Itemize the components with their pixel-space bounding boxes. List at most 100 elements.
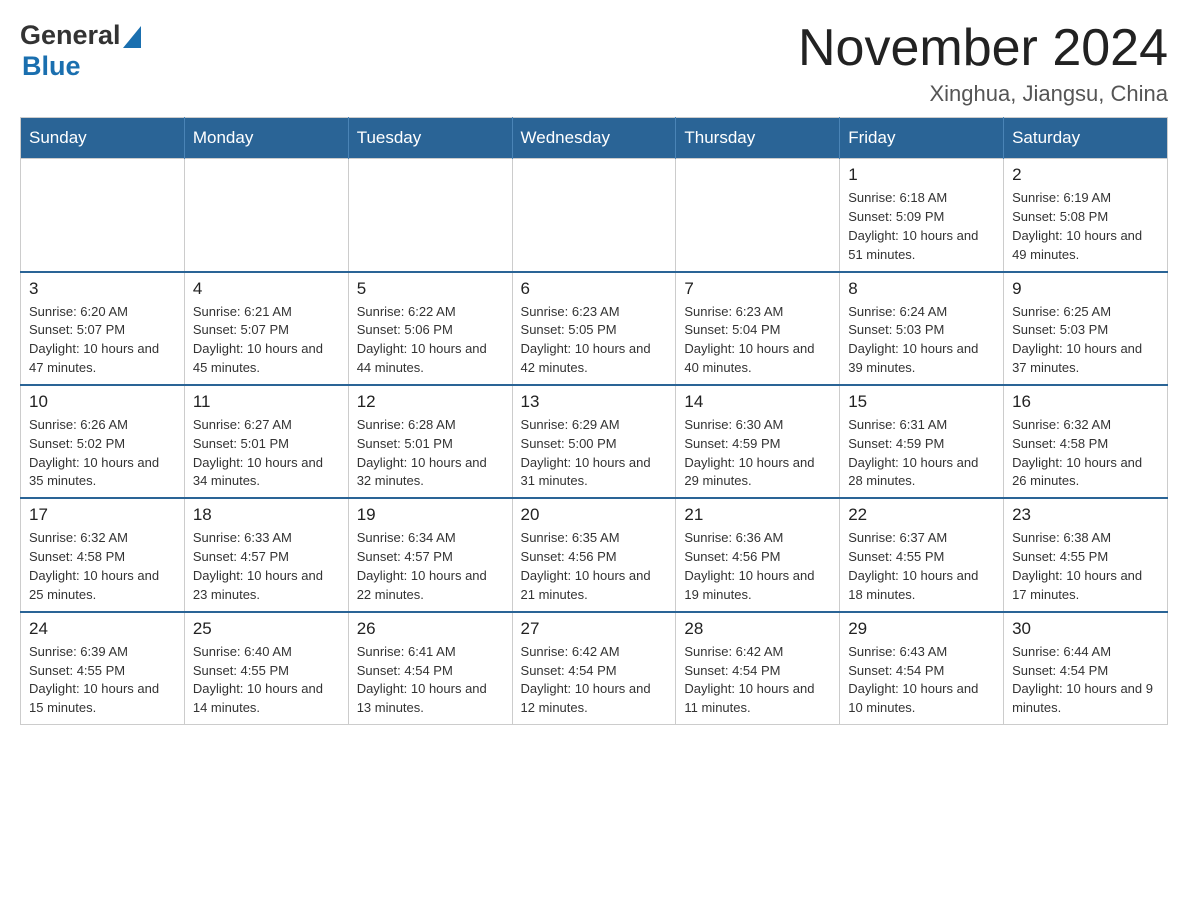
weekday-header-monday: Monday bbox=[184, 118, 348, 159]
day-info: Sunrise: 6:23 AMSunset: 5:04 PMDaylight:… bbox=[684, 303, 831, 378]
calendar-cell: 18Sunrise: 6:33 AMSunset: 4:57 PMDayligh… bbox=[184, 498, 348, 611]
day-number: 10 bbox=[29, 392, 176, 412]
calendar-cell: 27 Sunrise: 6:42 AMSunset: 4:54 PMDayligh… bbox=[512, 612, 676, 725]
calendar-cell bbox=[21, 159, 185, 272]
day-info: Sunrise: 6:29 AMSunset: 5:00 PMDaylight:… bbox=[521, 416, 668, 491]
calendar-cell bbox=[184, 159, 348, 272]
day-number: 6 bbox=[521, 279, 668, 299]
day-number: 2 bbox=[1012, 165, 1159, 185]
calendar-cell: 9 Sunrise: 6:25 AMSunset: 5:03 PMDaylight… bbox=[1004, 272, 1168, 385]
day-info: Sunrise: 6:23 AMSunset: 5:05 PMDaylight:… bbox=[521, 303, 668, 378]
day-number: 1 bbox=[848, 165, 995, 185]
weekday-header-saturday: Saturday bbox=[1004, 118, 1168, 159]
calendar-week-row: 24Sunrise: 6:39 AMSunset: 4:55 PMDayligh… bbox=[21, 612, 1168, 725]
calendar-cell: 14 Sunrise: 6:30 AMSunset: 4:59 PMDayligh… bbox=[676, 385, 840, 498]
calendar-week-row: 1Sunrise: 6:18 AMSunset: 5:09 PMDaylight… bbox=[21, 159, 1168, 272]
day-info: Sunrise: 6:24 AMSunset: 5:03 PMDaylight:… bbox=[848, 303, 995, 378]
day-info: Sunrise: 6:38 AMSunset: 4:55 PMDaylight:… bbox=[1012, 529, 1159, 604]
day-number: 21 bbox=[684, 505, 831, 525]
day-number: 28 bbox=[684, 619, 831, 639]
day-info: Sunrise: 6:19 AMSunset: 5:08 PMDaylight:… bbox=[1012, 189, 1159, 264]
day-number: 9 bbox=[1012, 279, 1159, 299]
weekday-header-tuesday: Tuesday bbox=[348, 118, 512, 159]
day-info: Sunrise: 6:43 AMSunset: 4:54 PMDaylight:… bbox=[848, 643, 995, 718]
weekday-header-wednesday: Wednesday bbox=[512, 118, 676, 159]
calendar-cell: 24Sunrise: 6:39 AMSunset: 4:55 PMDayligh… bbox=[21, 612, 185, 725]
calendar-cell: 5Sunrise: 6:22 AMSunset: 5:06 PMDaylight… bbox=[348, 272, 512, 385]
day-info: Sunrise: 6:28 AMSunset: 5:01 PMDaylight:… bbox=[357, 416, 504, 491]
page-header: General Blue November 2024 Xinghua, Jian… bbox=[20, 20, 1168, 107]
day-number: 30 bbox=[1012, 619, 1159, 639]
day-info: Sunrise: 6:37 AMSunset: 4:55 PMDaylight:… bbox=[848, 529, 995, 604]
calendar-cell: 16 Sunrise: 6:32 AMSunset: 4:58 PMDayligh… bbox=[1004, 385, 1168, 498]
day-info: Sunrise: 6:26 AMSunset: 5:02 PMDaylight:… bbox=[29, 416, 176, 491]
day-info: Sunrise: 6:21 AMSunset: 5:07 PMDaylight:… bbox=[193, 303, 340, 378]
day-info: Sunrise: 6:36 AMSunset: 4:56 PMDaylight:… bbox=[684, 529, 831, 604]
calendar-title-section: November 2024 Xinghua, Jiangsu, China bbox=[798, 20, 1168, 107]
day-number: 14 bbox=[684, 392, 831, 412]
day-number: 22 bbox=[848, 505, 995, 525]
weekday-header-row: SundayMondayTuesdayWednesdayThursdayFrid… bbox=[21, 118, 1168, 159]
logo-triangle-icon bbox=[123, 26, 141, 48]
calendar-cell: 28 Sunrise: 6:42 AMSunset: 4:54 PMDayligh… bbox=[676, 612, 840, 725]
day-number: 3 bbox=[29, 279, 176, 299]
day-number: 13 bbox=[521, 392, 668, 412]
day-info: Sunrise: 6:20 AMSunset: 5:07 PMDaylight:… bbox=[29, 303, 176, 378]
calendar-cell: 22 Sunrise: 6:37 AMSunset: 4:55 PMDayligh… bbox=[840, 498, 1004, 611]
calendar-header: SundayMondayTuesdayWednesdayThursdayFrid… bbox=[21, 118, 1168, 159]
day-info: Sunrise: 6:27 AMSunset: 5:01 PMDaylight:… bbox=[193, 416, 340, 491]
calendar-cell: 8 Sunrise: 6:24 AMSunset: 5:03 PMDaylight… bbox=[840, 272, 1004, 385]
calendar-table: SundayMondayTuesdayWednesdayThursdayFrid… bbox=[20, 117, 1168, 725]
calendar-cell bbox=[512, 159, 676, 272]
calendar-cell: 25Sunrise: 6:40 AMSunset: 4:55 PMDayligh… bbox=[184, 612, 348, 725]
calendar-cell: 7Sunrise: 6:23 AMSunset: 5:04 PMDaylight… bbox=[676, 272, 840, 385]
day-info: Sunrise: 6:32 AMSunset: 4:58 PMDaylight:… bbox=[1012, 416, 1159, 491]
day-number: 4 bbox=[193, 279, 340, 299]
day-number: 19 bbox=[357, 505, 504, 525]
weekday-header-friday: Friday bbox=[840, 118, 1004, 159]
calendar-cell bbox=[676, 159, 840, 272]
calendar-cell: 20Sunrise: 6:35 AMSunset: 4:56 PMDayligh… bbox=[512, 498, 676, 611]
calendar-week-row: 17Sunrise: 6:32 AMSunset: 4:58 PMDayligh… bbox=[21, 498, 1168, 611]
logo-general-text: General bbox=[20, 20, 121, 51]
day-number: 24 bbox=[29, 619, 176, 639]
day-number: 16 bbox=[1012, 392, 1159, 412]
day-info: Sunrise: 6:42 AMSunset: 4:54 PMDaylight:… bbox=[684, 643, 831, 718]
calendar-cell: 10 Sunrise: 6:26 AMSunset: 5:02 PMDayligh… bbox=[21, 385, 185, 498]
day-info: Sunrise: 6:40 AMSunset: 4:55 PMDaylight:… bbox=[193, 643, 340, 718]
calendar-cell: 6 Sunrise: 6:23 AMSunset: 5:05 PMDaylight… bbox=[512, 272, 676, 385]
month-year-title: November 2024 bbox=[798, 20, 1168, 77]
day-info: Sunrise: 6:31 AMSunset: 4:59 PMDaylight:… bbox=[848, 416, 995, 491]
day-info: Sunrise: 6:41 AMSunset: 4:54 PMDaylight:… bbox=[357, 643, 504, 718]
calendar-cell: 17Sunrise: 6:32 AMSunset: 4:58 PMDayligh… bbox=[21, 498, 185, 611]
day-info: Sunrise: 6:32 AMSunset: 4:58 PMDaylight:… bbox=[29, 529, 176, 604]
location-subtitle: Xinghua, Jiangsu, China bbox=[798, 81, 1168, 107]
day-info: Sunrise: 6:34 AMSunset: 4:57 PMDaylight:… bbox=[357, 529, 504, 604]
weekday-header-thursday: Thursday bbox=[676, 118, 840, 159]
calendar-cell: 30 Sunrise: 6:44 AMSunset: 4:54 PMDayligh… bbox=[1004, 612, 1168, 725]
calendar-week-row: 10 Sunrise: 6:26 AMSunset: 5:02 PMDayligh… bbox=[21, 385, 1168, 498]
calendar-cell: 11 Sunrise: 6:27 AMSunset: 5:01 PMDayligh… bbox=[184, 385, 348, 498]
calendar-cell: 15Sunrise: 6:31 AMSunset: 4:59 PMDayligh… bbox=[840, 385, 1004, 498]
day-info: Sunrise: 6:33 AMSunset: 4:57 PMDaylight:… bbox=[193, 529, 340, 604]
day-info: Sunrise: 6:25 AMSunset: 5:03 PMDaylight:… bbox=[1012, 303, 1159, 378]
day-info: Sunrise: 6:42 AMSunset: 4:54 PMDaylight:… bbox=[521, 643, 668, 718]
calendar-cell: 29 Sunrise: 6:43 AMSunset: 4:54 PMDayligh… bbox=[840, 612, 1004, 725]
day-number: 11 bbox=[193, 392, 340, 412]
calendar-cell: 26Sunrise: 6:41 AMSunset: 4:54 PMDayligh… bbox=[348, 612, 512, 725]
calendar-cell: 19 Sunrise: 6:34 AMSunset: 4:57 PMDayligh… bbox=[348, 498, 512, 611]
day-number: 29 bbox=[848, 619, 995, 639]
day-info: Sunrise: 6:30 AMSunset: 4:59 PMDaylight:… bbox=[684, 416, 831, 491]
day-info: Sunrise: 6:44 AMSunset: 4:54 PMDaylight:… bbox=[1012, 643, 1159, 718]
calendar-cell: 3 Sunrise: 6:20 AMSunset: 5:07 PMDaylight… bbox=[21, 272, 185, 385]
day-number: 8 bbox=[848, 279, 995, 299]
calendar-cell: 4 Sunrise: 6:21 AMSunset: 5:07 PMDaylight… bbox=[184, 272, 348, 385]
calendar-cell bbox=[348, 159, 512, 272]
calendar-cell: 13 Sunrise: 6:29 AMSunset: 5:00 PMDayligh… bbox=[512, 385, 676, 498]
calendar-cell: 2 Sunrise: 6:19 AMSunset: 5:08 PMDaylight… bbox=[1004, 159, 1168, 272]
day-number: 27 bbox=[521, 619, 668, 639]
calendar-cell: 12Sunrise: 6:28 AMSunset: 5:01 PMDayligh… bbox=[348, 385, 512, 498]
logo: General Blue bbox=[20, 20, 141, 82]
calendar-cell: 21 Sunrise: 6:36 AMSunset: 4:56 PMDayligh… bbox=[676, 498, 840, 611]
logo-blue-text: Blue bbox=[22, 51, 81, 81]
